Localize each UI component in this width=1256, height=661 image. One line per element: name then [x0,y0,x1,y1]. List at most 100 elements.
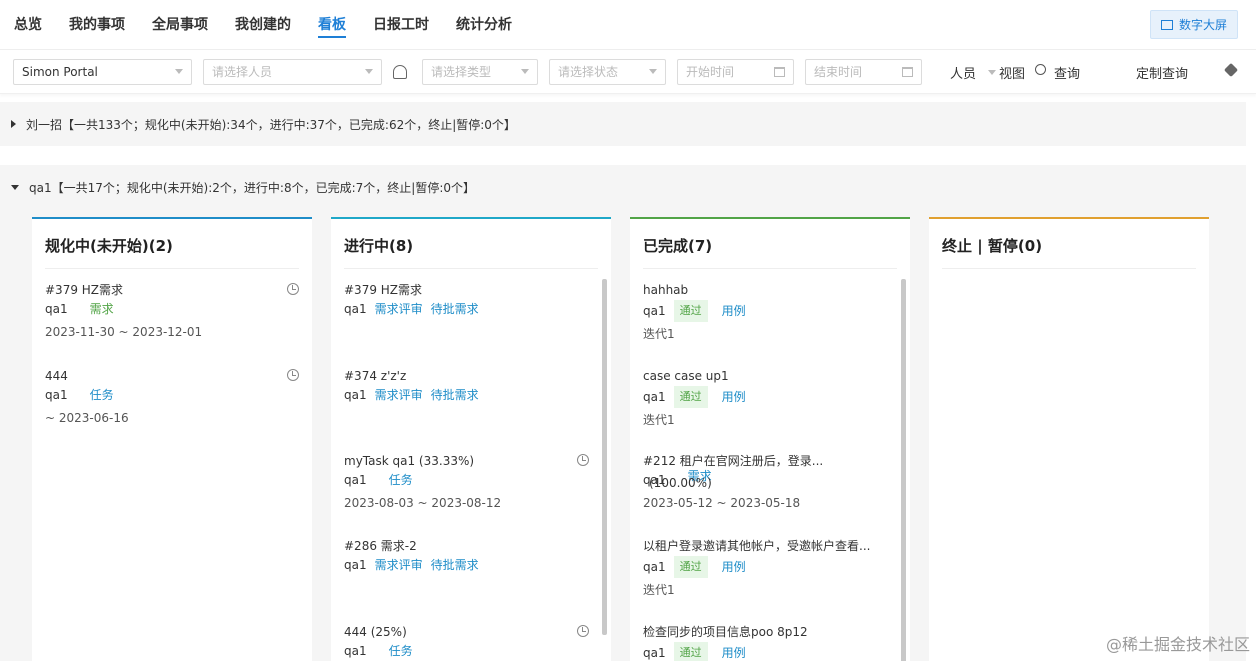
status-placeholder: 请选择状态 [558,65,619,79]
task-card[interactable]: #374 z'z'z qa1 需求评审 待批需求 [344,367,598,405]
card-owner: qa1 [344,388,367,402]
task-card[interactable]: 444 qa1 任务 ~ 2023-06-16 [45,367,299,425]
column-in-progress: 进行中(8) #379 HZ需求 qa1 需求评审 待批需求 #374 z'z'z … [331,217,611,661]
card-owner: qa1 [45,388,68,402]
card-title: case case up1 [643,369,729,383]
person-select[interactable]: 请选择人员 [203,58,382,85]
card-title: 444 (25%) [344,625,407,639]
end-date-field[interactable]: 结束时间 [805,58,922,85]
tab-overview[interactable]: 总览 [14,0,42,50]
chevron-down-icon [175,69,183,74]
tab-created-by-me[interactable]: 我创建的 [235,0,291,50]
card-title: #286 需求-2 [344,539,417,553]
scrollbar[interactable] [602,279,607,635]
big-screen-label: 数字大屏 [1178,18,1227,32]
card-tag: 待批需求 [430,558,479,572]
chevron-down-icon [365,69,373,74]
task-card[interactable]: 检查同步的项目信息poo 8p12 qa1 通过 用例 [643,623,897,661]
card-tag: 需求评审 [374,302,423,316]
card-tag: 用例 [721,304,746,318]
task-card[interactable]: #286 需求-2 qa1 需求评审 待批需求 [344,537,598,575]
watermark: @稀土掘金技术社区 [1105,635,1250,654]
expand-arrow-icon [11,120,16,128]
clock-icon [287,369,299,381]
big-screen-button[interactable]: 数字大屏 [1149,10,1238,39]
status-select[interactable]: 请选择状态 [549,58,666,85]
person-placeholder: 请选择人员 [212,65,273,79]
filter-bar: Simon Portal 请选择人员 请选择类型 请选择状态 开始时间 结束时间… [0,50,1256,94]
group-header[interactable]: 刘一招【一共133个；规化中(未开始):34个，进行中:37个，已完成:62个，… [0,102,1246,146]
card-owner: qa1 [45,302,68,316]
group-liu: 刘一招【一共133个；规化中(未开始):34个，进行中:37个，已完成:62个，… [0,102,1246,146]
view-label[interactable]: 视图 [999,63,1025,82]
status-badge: 通过 [673,642,708,661]
card-tag: 需求 [89,302,114,316]
column-done: 已完成(7) hahhab qa1 通过 用例 迭代1 case case up1 … [630,217,910,661]
card-owner: qa1 [643,304,666,318]
task-card[interactable]: #212 租户在官网注册后，登录... qa1 需求 (100.00%) 2023-… [643,452,897,510]
card-title: 以租户登录邀请其他帐户，受邀帐户查看... [643,539,871,553]
pin-icon[interactable] [1223,62,1239,78]
column-title: 规化中(未开始)(2) [45,235,299,269]
card-title: #379 HZ需求 [45,283,124,297]
group-header[interactable]: qa1【一共17个；规化中(未开始):2个，进行中:8个，已完成:7个，终止|暂… [0,165,1246,209]
add-person-icon[interactable] [393,64,407,79]
card-date: 2023-05-12 ~ 2023-05-18 [643,496,801,510]
card-title: hahhab [643,283,689,297]
person-label[interactable]: 人员 [950,63,976,82]
column-title: 终止 | 暂停(0) [942,235,1196,269]
scrollbar[interactable] [901,279,906,661]
status-badge: 通过 [673,386,708,408]
card-owner: qa1 [344,558,367,572]
card-owner: qa1 [344,473,367,487]
card-iteration: 迭代1 [643,327,675,341]
task-card[interactable]: myTask qa1 (33.33%) qa1 任务 2023-08-03 ~ 2… [344,452,589,510]
chevron-down-icon [649,69,657,74]
chevron-down-icon[interactable] [988,70,996,75]
status-badge: 通过 [673,556,708,578]
screen-icon [1160,19,1173,30]
tab-my-items[interactable]: 我的事项 [69,0,125,50]
column-title: 已完成(7) [643,235,897,269]
card-tag: 需求评审 [374,558,423,572]
search-icon [1035,64,1046,75]
task-card[interactable]: #379 HZ需求 qa1 需求评审 待批需求 [344,281,598,319]
tab-global-items[interactable]: 全局事项 [152,0,208,50]
card-owner: qa1 [344,644,367,658]
clock-icon [287,283,299,295]
column-title: 进行中(8) [344,235,598,269]
calendar-icon [902,66,913,77]
custom-query-button[interactable]: 定制查询 [1136,63,1188,82]
card-title: #379 HZ需求 [344,283,423,297]
collapse-arrow-icon [11,184,19,190]
card-owner: qa1 [344,302,367,316]
card-tag: 待批需求 [430,302,479,316]
group-qa1: qa1【一共17个；规化中(未开始):2个，进行中:8个，已完成:7个，终止|暂… [0,165,1246,661]
card-title: 检查同步的项目信息poo 8p12 [643,625,808,639]
tab-statistics[interactable]: 统计分析 [456,0,512,50]
column-stopped: 终止 | 暂停(0) [929,217,1209,661]
card-title: #212 租户在官网注册后，登录... [643,454,824,468]
start-date-placeholder: 开始时间 [686,65,735,79]
start-date-field[interactable]: 开始时间 [677,58,794,85]
project-value: Simon Portal [22,64,98,79]
task-card[interactable]: case case up1 qa1 通过 用例 迭代1 [643,367,897,428]
card-title: #374 z'z'z [344,369,407,383]
type-select[interactable]: 请选择类型 [422,58,538,85]
card-date: 2023-08-03 ~ 2023-08-12 [344,496,502,510]
query-button[interactable]: 查询 [1054,63,1080,82]
end-date-placeholder: 结束时间 [814,65,863,79]
card-title: myTask qa1 (33.33%) [344,454,475,468]
card-date: 2023-11-30 ~ 2023-12-01 [45,325,203,339]
task-card[interactable]: hahhab qa1 通过 用例 迭代1 [643,281,897,342]
task-card[interactable]: 以租户登录邀请其他帐户，受邀帐户查看... qa1 通过 用例 迭代1 [643,537,897,598]
card-title: 444 [45,369,68,383]
tab-kanban[interactable]: 看板 [318,0,346,50]
task-card[interactable]: #379 HZ需求 qa1 需求 2023-11-30 ~ 2023-12-01 [45,281,299,339]
task-card[interactable]: 444 (25%) qa1 任务 [344,623,589,661]
card-tag: 待批需求 [430,388,479,402]
card-owner: qa1 [643,646,666,660]
project-select[interactable]: Simon Portal [13,58,192,85]
tab-daily-report[interactable]: 日报工时 [373,0,429,50]
chevron-down-icon [521,69,529,74]
